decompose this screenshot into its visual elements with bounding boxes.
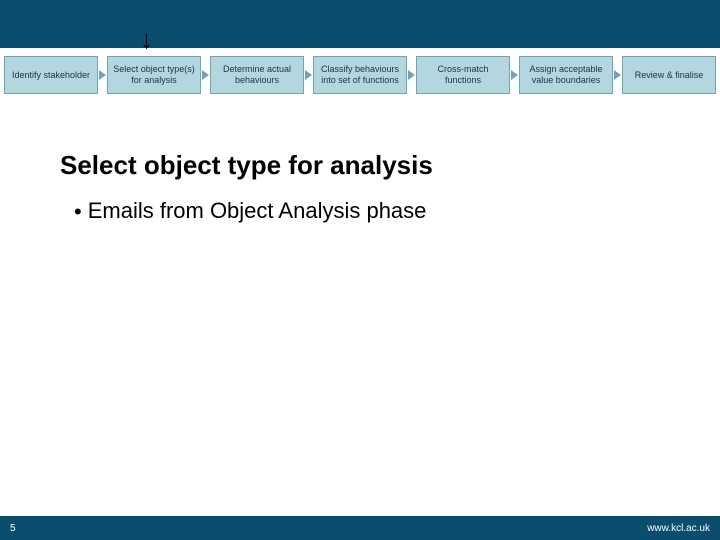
chevron-right-icon bbox=[305, 70, 312, 80]
chevron-right-icon bbox=[99, 70, 106, 80]
flow-step: Identify stakeholder bbox=[4, 56, 98, 94]
bullet-item: •Emails from Object Analysis phase bbox=[74, 198, 426, 225]
flow-step: Cross-match functions bbox=[416, 56, 510, 94]
flow-step: Determine actual behaviours bbox=[210, 56, 304, 94]
flow-step: Assign acceptable value boundaries bbox=[519, 56, 613, 94]
down-arrow-icon: ↓ bbox=[140, 24, 153, 55]
bullet-text: Emails from Object Analysis phase bbox=[88, 198, 427, 223]
header-bar bbox=[0, 0, 720, 48]
chevron-right-icon bbox=[202, 70, 209, 80]
footer-bar: 5 www.kcl.ac.uk bbox=[0, 516, 720, 540]
bullet-dot-icon: • bbox=[74, 199, 82, 224]
process-flow: Identify stakeholder Select object type(… bbox=[4, 56, 716, 94]
chevron-right-icon bbox=[511, 70, 518, 80]
chevron-right-icon bbox=[614, 70, 621, 80]
chevron-right-icon bbox=[408, 70, 415, 80]
flow-step: Review & finalise bbox=[622, 56, 716, 94]
slide-title: Select object type for analysis bbox=[60, 150, 433, 181]
flow-step: Classify behaviours into set of function… bbox=[313, 56, 407, 94]
flow-step: Select object type(s) for analysis bbox=[107, 56, 201, 94]
footer-url: www.kcl.ac.uk bbox=[647, 523, 710, 534]
page-number: 5 bbox=[10, 523, 16, 534]
